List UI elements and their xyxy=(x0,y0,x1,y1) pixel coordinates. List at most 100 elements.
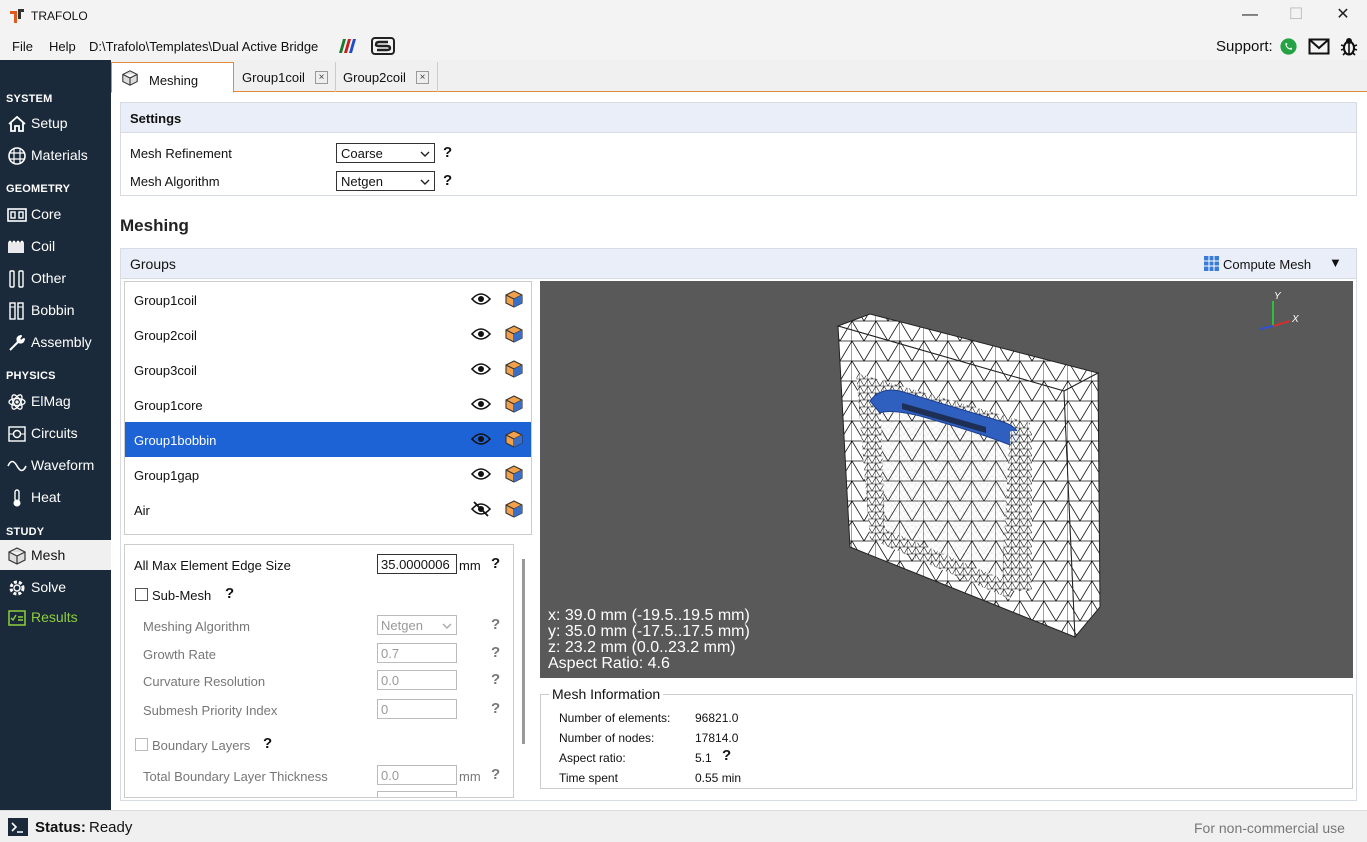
axis-triad-icon: Y X xyxy=(1259,291,1299,330)
sidebar-item-solve[interactable]: Solve xyxy=(0,572,111,602)
sidebar-item-waveform[interactable]: Waveform xyxy=(0,450,111,480)
sidebar-item-label: Results xyxy=(31,609,78,625)
matlab-logo-icon[interactable] xyxy=(335,37,359,55)
sidebar-item-results[interactable]: Results xyxy=(0,602,111,632)
meshing-algorithm-select[interactable]: Netgen xyxy=(377,615,457,635)
help-icon[interactable]: ? xyxy=(491,555,500,572)
compute-grid-icon xyxy=(1204,256,1219,271)
sine-wave-icon xyxy=(7,460,27,472)
menu-file[interactable]: File xyxy=(12,39,33,54)
chevron-down-icon xyxy=(442,623,452,629)
sidebar-item-label: Assembly xyxy=(31,334,92,350)
minimize-button[interactable]: — xyxy=(1227,0,1273,32)
help-icon[interactable]: ? xyxy=(491,671,500,688)
tab-meshing[interactable]: Meshing xyxy=(111,62,234,93)
help-icon[interactable]: ? xyxy=(491,616,500,633)
growth-rate-input[interactable]: 0.7 xyxy=(377,643,457,663)
mesh-settings-cube-icon[interactable] xyxy=(504,499,524,519)
menu-help[interactable]: Help xyxy=(49,39,76,54)
group-name: Group2coil xyxy=(134,328,197,343)
compute-mesh-button[interactable]: Compute Mesh xyxy=(1201,254,1321,274)
eye-icon[interactable] xyxy=(471,326,491,342)
help-icon[interactable]: ? xyxy=(491,766,500,783)
bug-report-icon[interactable] xyxy=(1339,36,1359,57)
unit-label: mm xyxy=(459,769,481,784)
eye-hidden-icon[interactable] xyxy=(471,501,491,517)
group-row[interactable]: Group2coil xyxy=(125,317,531,352)
group-row[interactable]: Group3coil xyxy=(125,352,531,387)
help-icon[interactable]: ? xyxy=(491,700,500,717)
mesh-properties-panel: All Max Element Edge Size 35.0000006 mm … xyxy=(124,544,514,798)
sidebar-item-other[interactable]: Other xyxy=(0,263,111,293)
tab-bar: Meshing Group1coil × Group2coil × xyxy=(111,60,1367,93)
help-icon[interactable]: ? xyxy=(225,585,234,602)
close-window-button[interactable]: ✕ xyxy=(1320,0,1366,32)
meshing-heading: Meshing xyxy=(120,216,189,235)
tab-label: Meshing xyxy=(149,73,199,88)
menu-bar: File Help D:\Trafolo\Templates\Dual Acti… xyxy=(0,32,1367,60)
group-row[interactable]: Group1coil xyxy=(125,282,531,317)
simba-logo-icon[interactable] xyxy=(370,36,396,56)
eye-icon[interactable] xyxy=(471,291,491,307)
bobbin-icon xyxy=(9,302,24,320)
group-row[interactable]: Air xyxy=(125,492,531,527)
eye-icon[interactable] xyxy=(471,396,491,412)
tab-group2coil[interactable]: Group2coil × xyxy=(336,62,438,92)
max-edge-size-label: All Max Element Edge Size xyxy=(134,558,291,573)
tab-group1coil[interactable]: Group1coil × xyxy=(234,62,336,92)
terminal-icon[interactable] xyxy=(7,817,29,837)
maximize-button[interactable]: ☐ xyxy=(1273,0,1319,32)
other-parts-icon xyxy=(9,270,24,288)
whatsapp-icon[interactable] xyxy=(1279,37,1298,56)
mesh-3d-viewport[interactable]: Y X x: 39.0 mm (-19.5..19.5 mm) y: 35.0 … xyxy=(540,281,1353,678)
mail-icon[interactable] xyxy=(1308,38,1330,55)
sidebar-item-bobbin[interactable]: Bobbin xyxy=(0,295,111,325)
mesh-settings-cube-icon[interactable] xyxy=(504,429,524,449)
eye-icon[interactable] xyxy=(471,431,491,447)
mesh-refinement-select[interactable]: Coarse xyxy=(336,143,435,163)
submesh-priority-input[interactable]: 0 xyxy=(377,699,457,719)
mesh-settings-cube-icon[interactable] xyxy=(504,289,524,309)
sidebar-item-circuits[interactable]: Circuits xyxy=(0,418,111,448)
sidebar: SYSTEM Setup Materials GEOMETRY Core Coi… xyxy=(0,60,111,810)
mesh-algorithm-select[interactable]: Netgen xyxy=(336,171,435,191)
sidebar-item-label: Circuits xyxy=(31,425,78,441)
tab-label: Group2coil xyxy=(343,70,406,85)
mesh-settings-cube-icon[interactable] xyxy=(504,464,524,484)
sidebar-item-assembly[interactable]: Assembly xyxy=(0,327,111,357)
sidebar-item-coil[interactable]: Coil xyxy=(0,231,111,261)
properties-scrollbar[interactable] xyxy=(522,559,525,744)
max-edge-size-input[interactable]: 35.0000006 xyxy=(377,554,457,574)
sidebar-item-heat[interactable]: Heat xyxy=(0,482,111,512)
group-row[interactable]: Group1core xyxy=(125,387,531,422)
submesh-checkbox[interactable] xyxy=(135,588,148,601)
eye-icon[interactable] xyxy=(471,466,491,482)
sidebar-item-core[interactable]: Core xyxy=(0,199,111,229)
help-icon[interactable]: ? xyxy=(491,644,500,661)
curvature-resolution-input[interactable]: 0.0 xyxy=(377,670,457,690)
sidebar-item-materials[interactable]: Materials xyxy=(0,140,111,170)
help-icon[interactable]: ? xyxy=(443,144,452,161)
circuit-icon xyxy=(8,426,26,442)
help-icon[interactable]: ? xyxy=(263,735,272,752)
boundary-layers-checkbox[interactable] xyxy=(135,738,148,751)
compute-options-dropdown[interactable]: ▼ xyxy=(1329,255,1342,270)
group-row[interactable]: Group1bobbin xyxy=(125,422,531,457)
mesh-settings-cube-icon[interactable] xyxy=(504,359,524,379)
next-field-input[interactable] xyxy=(377,791,457,797)
close-icon[interactable]: × xyxy=(416,71,429,84)
close-icon[interactable]: × xyxy=(315,71,328,84)
help-icon[interactable]: ? xyxy=(443,172,452,189)
sidebar-item-elmag[interactable]: ElMag xyxy=(0,386,111,416)
mesh-settings-cube-icon[interactable] xyxy=(504,324,524,344)
mesh-settings-cube-icon[interactable] xyxy=(504,394,524,414)
sidebar-item-setup[interactable]: Setup xyxy=(0,108,111,138)
total-boundary-layer-input[interactable]: 0.0 xyxy=(377,765,457,785)
sidebar-item-mesh[interactable]: Mesh xyxy=(0,540,111,570)
help-icon[interactable]: ? xyxy=(722,747,731,764)
meshing-algorithm-value: Netgen xyxy=(381,618,423,633)
eye-icon[interactable] xyxy=(471,361,491,377)
group-row[interactable]: Group1gap xyxy=(125,457,531,492)
core-icon xyxy=(7,208,27,222)
sidebar-item-label: Mesh xyxy=(31,547,66,563)
